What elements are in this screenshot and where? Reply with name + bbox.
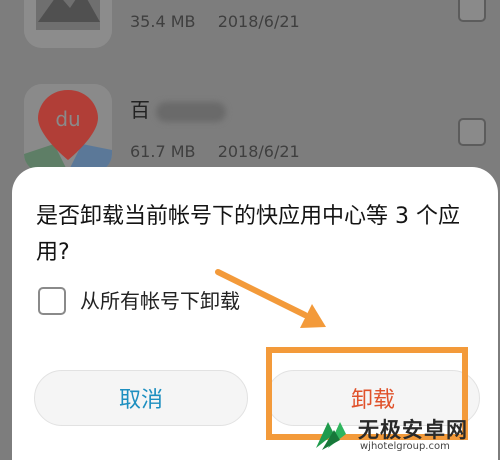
watermark: 无极安卓网 wjhotelgroup.com	[314, 414, 494, 456]
watermark-logo-icon	[316, 422, 346, 450]
watermark-url: wjhotelgroup.com	[360, 441, 450, 452]
watermark-brand: 无极安卓网	[358, 418, 468, 442]
